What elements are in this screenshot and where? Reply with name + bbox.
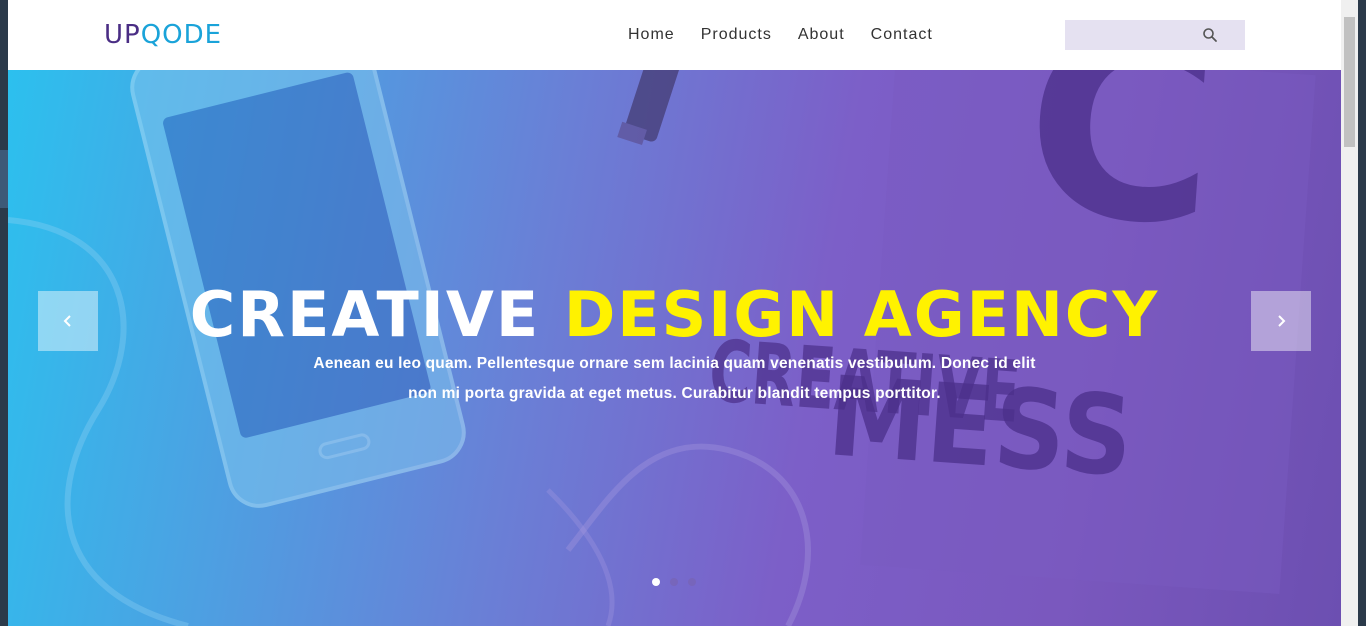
background-window-edge	[0, 0, 8, 626]
nav-about[interactable]: About	[798, 22, 845, 48]
browser-page: UPQODE Home Products About Contact C CRE…	[8, 0, 1341, 626]
slider-dot-1[interactable]	[652, 578, 660, 586]
hero-slider: C CREATIVE MESS CREATIVE DESIGN AGENCY A…	[8, 70, 1341, 626]
slider-prev-button[interactable]	[38, 291, 98, 351]
hero-description: Aenean eu leo quam. Pellentesque ornare …	[288, 349, 1061, 409]
scrollbar-thumb[interactable]	[1344, 17, 1355, 147]
hero-title-white: CREATIVE	[189, 277, 541, 351]
slider-dot-3[interactable]	[688, 578, 696, 586]
svg-text:C: C	[1016, 70, 1227, 285]
chevron-left-icon	[63, 315, 71, 327]
pen-illustration	[617, 70, 682, 146]
background-window-blip	[0, 150, 8, 208]
slider-next-button[interactable]	[1251, 291, 1311, 351]
background-window-edge-right	[1358, 0, 1366, 626]
nav-products[interactable]: Products	[701, 22, 772, 48]
search-input[interactable]	[1065, 20, 1205, 50]
hero-text-line2: non mi porta gravida at eget metus. Cura…	[408, 384, 941, 402]
chevron-right-icon	[1278, 315, 1286, 327]
logo-part-up: UP	[104, 20, 141, 50]
main-nav: Home Products About Contact	[602, 0, 946, 70]
slider-dot-2[interactable]	[670, 578, 678, 586]
nav-contact[interactable]: Contact	[871, 22, 933, 48]
nav-home[interactable]: Home	[628, 22, 675, 48]
slider-dots	[652, 578, 706, 586]
hero-title: CREATIVE DESIGN AGENCY	[8, 277, 1341, 351]
hero-text-line1: Aenean eu leo quam. Pellentesque ornare …	[313, 354, 1036, 372]
search-icon[interactable]	[1202, 27, 1218, 43]
hero-title-yellow: DESIGN AGENCY	[563, 277, 1160, 351]
search-box	[1065, 20, 1245, 50]
site-header: UPQODE Home Products About Contact	[8, 0, 1341, 70]
logo-part-qode: QODE	[140, 20, 223, 50]
logo[interactable]: UPQODE	[104, 20, 222, 50]
